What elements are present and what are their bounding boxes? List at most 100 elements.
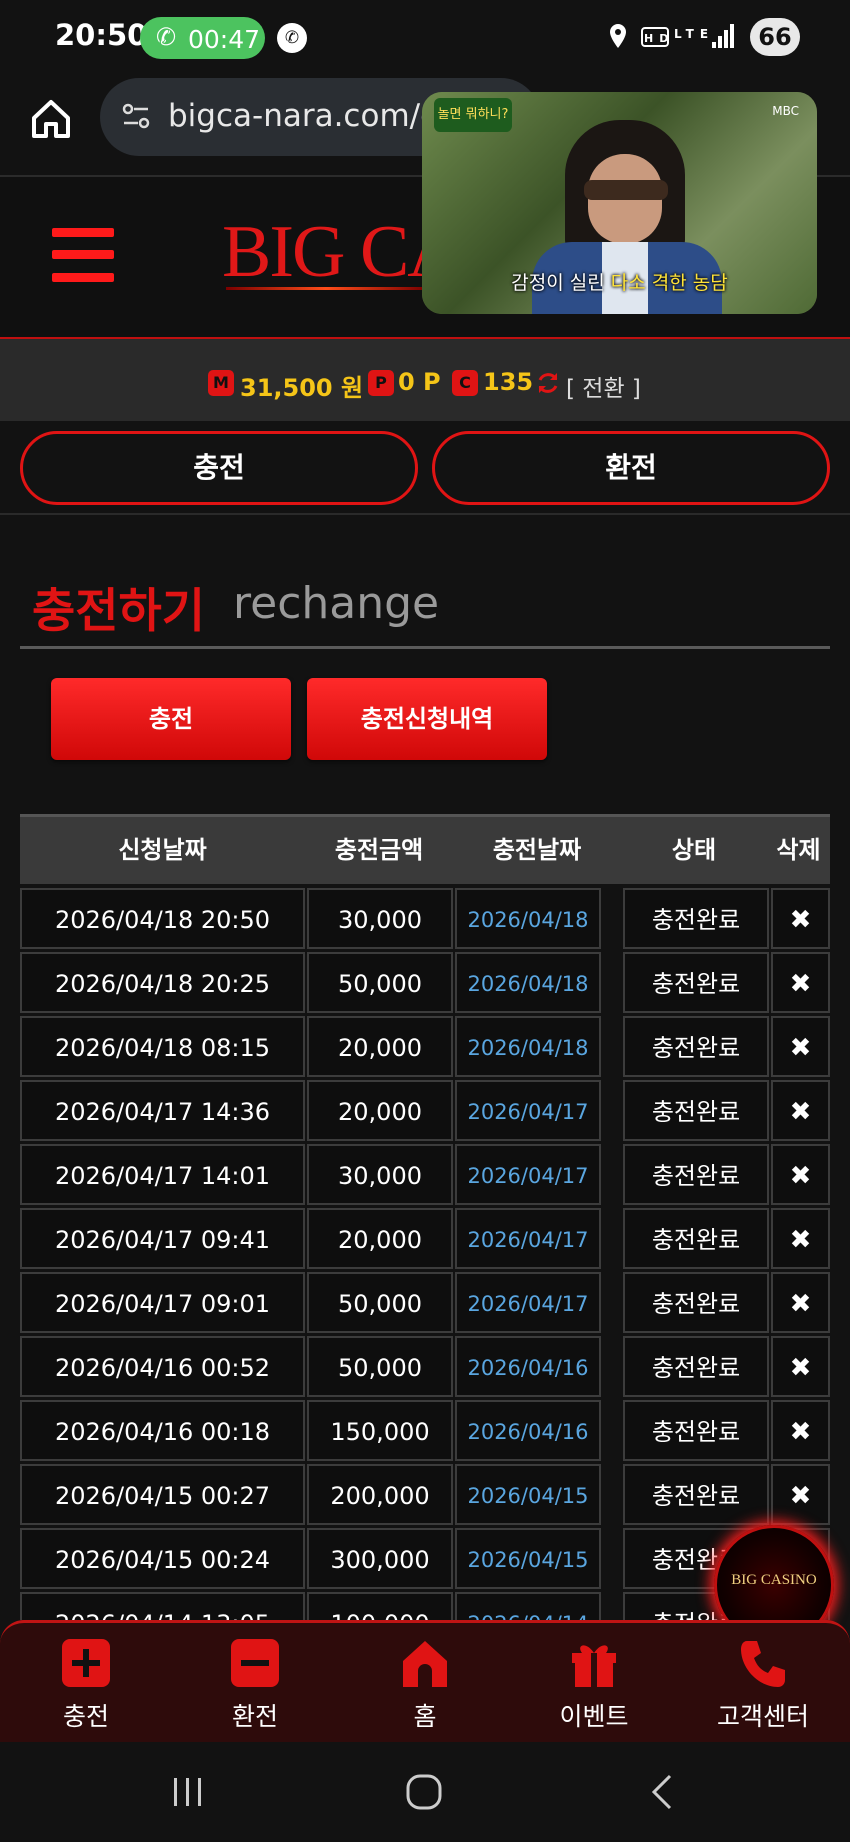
system-status-icons: HD LTE xyxy=(608,20,738,60)
svg-text:LTE: LTE xyxy=(674,27,714,41)
logo-underline xyxy=(226,287,426,290)
site-settings-icon[interactable] xyxy=(120,100,152,132)
cell-requested: 2026/04/16 00:18 xyxy=(20,1400,305,1461)
phone-call-icon: ✆ xyxy=(156,23,177,51)
menu-icon[interactable] xyxy=(52,228,114,282)
nav-charge-label[interactable]: 충전 xyxy=(16,1697,156,1733)
delete-icon[interactable]: ✖ xyxy=(771,1080,830,1141)
home-icon[interactable] xyxy=(399,1637,451,1689)
table-row: 2026/04/14 13:05100,0002026/04/14충전완료✖ xyxy=(20,1592,830,1620)
delete-icon[interactable]: ✖ xyxy=(771,1016,830,1077)
svg-text:HD: HD xyxy=(644,32,674,45)
page-subtitle: rechange xyxy=(233,578,440,629)
back-icon[interactable] xyxy=(648,1772,676,1812)
cell-amount: 150,000 xyxy=(307,1400,453,1461)
gift-icon[interactable] xyxy=(568,1637,620,1689)
cell-charge-date: 2026/04/18 xyxy=(455,952,601,1013)
cell-charge-date: 2026/04/15 xyxy=(455,1528,601,1589)
delete-icon[interactable]: ✖ xyxy=(771,1144,830,1205)
battery-indicator: 66 xyxy=(750,18,800,56)
video-caption: 감정이 실린 다소 격한 농담 xyxy=(511,272,728,294)
table-row: 2026/04/16 00:52 50,000 2026/04/16 충전완료 ✖ xyxy=(20,1336,830,1397)
delete-icon[interactable]: ✖ xyxy=(771,1272,830,1333)
minus-icon[interactable] xyxy=(229,1637,281,1689)
call-app-icon: ✆ xyxy=(277,23,307,53)
nav-home-label[interactable]: 홈 xyxy=(355,1697,495,1733)
delete-icon[interactable]: ✖ xyxy=(771,1400,830,1461)
col-delete: 삭제 xyxy=(776,836,821,864)
coin-badge: C xyxy=(452,370,478,396)
cell-charge-date: 2026/04/17 xyxy=(455,1080,601,1141)
cell-charge-date: 2026/04/17 xyxy=(455,1208,601,1269)
table-row: 2026/04/17 14:36 20,000 2026/04/17 충전완료 ✖ xyxy=(20,1080,830,1141)
point-balance: 0 P xyxy=(398,368,441,396)
cell-amount: 20,000 xyxy=(307,1080,453,1141)
col-status: 상태 xyxy=(671,836,717,864)
broadcaster-mark: MBC xyxy=(772,104,799,118)
home-nav-icon[interactable] xyxy=(404,1772,444,1812)
delete-icon[interactable]: ✖ xyxy=(771,888,830,949)
delete-icon[interactable]: ✖ xyxy=(771,1464,830,1525)
cell-amount: 50,000 xyxy=(307,1336,453,1397)
cell-requested: 2026/04/14 13:05 xyxy=(20,1592,305,1620)
table-row: 2026/04/15 00:27 200,000 2026/04/15 충전완료 ✖ xyxy=(20,1464,830,1525)
cell-charge-date: 2026/04/15 xyxy=(455,1464,601,1525)
cell-requested: 2026/04/18 08:15 xyxy=(20,1016,305,1077)
table-row: 2026/04/17 09:41 20,000 2026/04/17 충전완료 ✖ xyxy=(20,1208,830,1269)
col-amount: 충전금액 xyxy=(334,836,424,864)
pip-video[interactable]: 놀면 뭐하니? MBC 감정이 실린 다소 격한 농담 xyxy=(422,92,817,314)
nav-support-label[interactable]: 고객센터 xyxy=(693,1697,833,1733)
table-row: 2026/04/18 08:15 20,000 2026/04/18 충전완료 ✖ xyxy=(20,1016,830,1077)
nav-event-label[interactable]: 이벤트 xyxy=(524,1697,664,1733)
table-row: 2026/04/17 09:01 50,000 2026/04/17 충전완료 ✖ xyxy=(20,1272,830,1333)
table-row: 2026/04/18 20:25 50,000 2026/04/18 충전완료 ✖ xyxy=(20,952,830,1013)
col-requested: 신청날짜 xyxy=(118,836,207,864)
money-balance: 31,500 원 xyxy=(240,374,364,402)
delete-icon[interactable]: ✖ xyxy=(771,952,830,1013)
cell-amount: 20,000 xyxy=(307,1208,453,1269)
delete-icon[interactable]: ✖ xyxy=(771,1336,830,1397)
nav-exchange-label[interactable]: 환전 xyxy=(185,1697,325,1733)
convert-link[interactable]: [ 전환 ] xyxy=(566,369,641,403)
call-indicator[interactable]: ✆ 00:47 xyxy=(140,17,265,59)
table-row: 2026/04/16 00:18 150,000 2026/04/16 충전완료 ✖ xyxy=(20,1400,830,1461)
col-date: 충전날짜 xyxy=(492,836,582,864)
cell-amount: 100,000 xyxy=(307,1592,453,1620)
tab-exchange[interactable]: 환전 xyxy=(432,431,830,505)
show-logo: 놀면 뭐하니? xyxy=(434,98,512,132)
phone-icon[interactable] xyxy=(737,1637,789,1689)
cell-status: 충전완료 xyxy=(623,1272,769,1333)
cell-charge-date: 2026/04/16 xyxy=(455,1400,601,1461)
cell-amount: 50,000 xyxy=(307,1272,453,1333)
charge-history-button[interactable]: 충전신청내역 xyxy=(307,678,547,760)
divider xyxy=(0,513,850,515)
cell-status: 충전완료 xyxy=(623,1336,769,1397)
cell-charge-date: 2026/04/14 xyxy=(455,1592,601,1620)
cell-requested: 2026/04/15 00:24 xyxy=(20,1528,305,1589)
signal-icons: HD LTE xyxy=(610,24,734,48)
cell-requested: 2026/04/17 09:41 xyxy=(20,1208,305,1269)
browser-home-icon[interactable] xyxy=(28,96,74,142)
cell-charge-date: 2026/04/18 xyxy=(455,1016,601,1077)
cell-charge-date: 2026/04/18 xyxy=(455,888,601,949)
cell-amount: 20,000 xyxy=(307,1016,453,1077)
cell-status: 충전완료 xyxy=(623,1080,769,1141)
url-text: bigca-nara.com/c xyxy=(168,98,438,134)
status-clock: 20:50 xyxy=(55,18,148,52)
charge-button[interactable]: 충전 xyxy=(51,678,291,760)
cell-charge-date: 2026/04/16 xyxy=(455,1336,601,1397)
cell-status: 충전완료 xyxy=(623,1400,769,1461)
table-header: 신청날짜 충전금액 충전날짜 상태 삭제 xyxy=(20,814,830,884)
android-nav-bar xyxy=(0,1742,850,1842)
cell-charge-date: 2026/04/17 xyxy=(455,1272,601,1333)
plus-icon[interactable] xyxy=(60,1637,112,1689)
cell-status: 충전완료 xyxy=(623,1016,769,1077)
point-badge: P xyxy=(368,370,394,396)
delete-icon[interactable]: ✖ xyxy=(771,1208,830,1269)
refresh-icon[interactable] xyxy=(535,370,561,396)
money-badge: M xyxy=(208,370,234,396)
recent-apps-icon[interactable] xyxy=(170,1774,206,1810)
tab-charge[interactable]: 충전 xyxy=(20,431,418,505)
cell-charge-date: 2026/04/17 xyxy=(455,1144,601,1205)
cell-amount: 300,000 xyxy=(307,1528,453,1589)
